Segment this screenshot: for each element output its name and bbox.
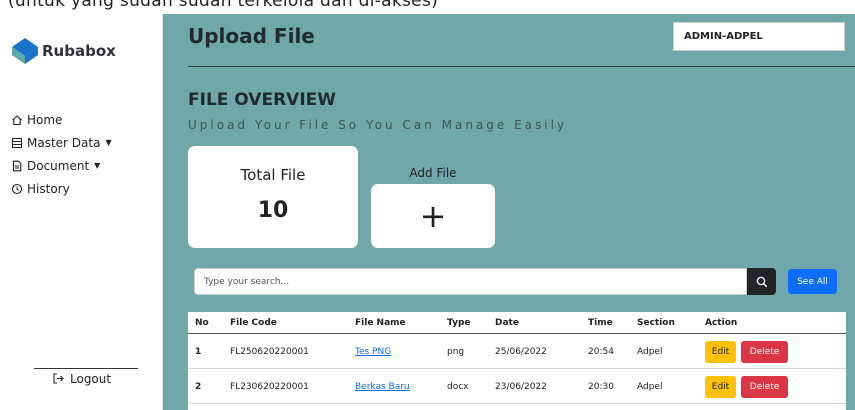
sidebar: Rubabox Home Master Data ▼ Document ▼ Hi…: [0, 14, 163, 410]
plus-icon: +: [419, 197, 447, 235]
sidebar-item-history[interactable]: History: [10, 177, 112, 200]
file-name-link[interactable]: Berkas Baru: [355, 382, 410, 392]
col-header-date: Date: [495, 317, 519, 328]
col-header-time: Time: [588, 317, 613, 328]
cell-file-code: FL250620220001: [230, 346, 309, 357]
caret-down-icon: ▼: [94, 161, 101, 170]
table-icon: [10, 136, 24, 150]
search-button[interactable]: [747, 268, 776, 295]
sidebar-item-document[interactable]: Document ▼: [10, 154, 112, 177]
title-divider: [188, 66, 855, 67]
delete-button[interactable]: Delete: [741, 340, 788, 363]
table-header-row: No File Code File Name Type Date Time Se…: [188, 312, 846, 334]
file-table: No File Code File Name Type Date Time Se…: [188, 312, 846, 410]
caret-down-icon: ▼: [105, 138, 112, 147]
sidebar-item-home[interactable]: Home: [10, 108, 112, 131]
user-badge[interactable]: ADMIN-ADPEL: [673, 22, 845, 51]
cell-no: 2: [195, 381, 202, 392]
search-input[interactable]: [194, 268, 747, 295]
logout-icon: [52, 372, 66, 386]
cell-time: 20:30: [588, 381, 614, 392]
cell-time: 20:54: [588, 346, 614, 357]
top-text-strip: (untuk yang sudah sudah terkelola dan di…: [0, 0, 855, 14]
total-file-label: Total File: [240, 166, 306, 184]
sidebar-item-label: Document: [27, 158, 90, 173]
sidebar-nav: Home Master Data ▼ Document ▼ History: [10, 108, 112, 200]
col-header-file-code: File Code: [230, 317, 277, 328]
cell-date: 25/06/2022: [495, 346, 547, 357]
overview-subtitle: Upload Your File So You Can Manage Easil…: [188, 118, 568, 132]
cell-date: 23/06/2022: [495, 381, 547, 392]
sidebar-item-label: History: [27, 181, 70, 196]
edit-button[interactable]: Edit: [705, 340, 736, 363]
see-all-button[interactable]: See All: [788, 269, 837, 294]
logout-divider: [34, 368, 138, 369]
cell-section: Adpel: [637, 381, 663, 392]
total-file-card: Total File 10: [188, 146, 358, 248]
col-header-file-name: File Name: [355, 317, 406, 328]
logout-label: Logout: [70, 372, 112, 386]
cell-type: docx: [447, 381, 469, 392]
delete-button[interactable]: Delete: [741, 375, 788, 398]
add-file-button[interactable]: +: [371, 184, 495, 248]
table-row: 1 FL250620220001 Tes PNG png 25/06/2022 …: [188, 335, 846, 369]
col-header-section: Section: [637, 317, 675, 328]
cell-no: 1: [195, 346, 202, 357]
logout-button[interactable]: Logout: [52, 372, 111, 386]
cell-file-code: FL230620220001: [230, 381, 309, 392]
page-title: Upload File: [188, 24, 315, 48]
cell-type: png: [447, 346, 465, 357]
home-icon: [10, 113, 24, 127]
file-name-link[interactable]: Tes PNG: [355, 347, 391, 357]
col-header-type: Type: [447, 317, 471, 328]
brand[interactable]: Rubabox: [10, 36, 116, 66]
cell-section: Adpel: [637, 346, 663, 357]
edit-button[interactable]: Edit: [705, 375, 736, 398]
document-icon: [10, 159, 24, 173]
brand-name: Rubabox: [42, 42, 116, 60]
col-header-action: Action: [705, 317, 738, 328]
add-file-label: Add File: [409, 166, 457, 180]
overview-title: FILE OVERVIEW: [188, 90, 337, 110]
search-icon: [756, 276, 767, 287]
sidebar-item-label: Home: [27, 112, 63, 127]
rubabox-logo-icon: [12, 38, 38, 64]
table-row: 2 FL230620220001 Berkas Baru docx 23/06/…: [188, 370, 846, 404]
total-file-value: 10: [257, 198, 289, 223]
top-strip-text: (untuk yang sudah sudah terkelola dan di…: [8, 0, 439, 11]
sidebar-item-master-data[interactable]: Master Data ▼: [10, 131, 112, 154]
main-content: Upload File ADMIN-ADPEL FILE OVERVIEW Up…: [163, 14, 855, 410]
col-header-no: No: [195, 317, 209, 328]
sidebar-item-label: Master Data: [27, 135, 101, 150]
history-icon: [10, 182, 24, 196]
